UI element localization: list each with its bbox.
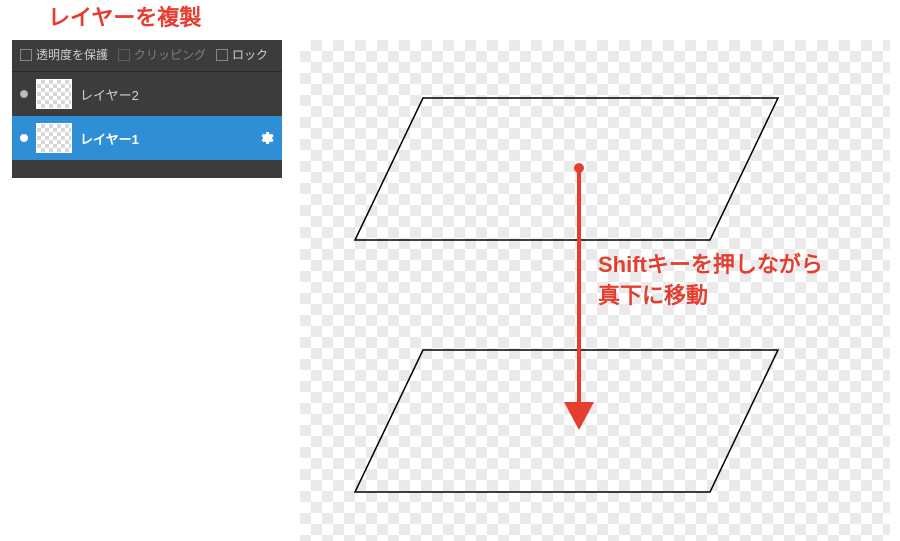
layers-panel: 透明度を保護 クリッピング ロック レイヤー2 レイヤー1 (12, 40, 282, 178)
layer-row[interactable]: レイヤー2 (12, 72, 282, 116)
visibility-toggle-icon[interactable] (20, 90, 28, 98)
shape-parallelogram-top (355, 98, 778, 240)
layers-panel-options: 透明度を保護 クリッピング ロック (12, 40, 282, 72)
visibility-toggle-icon[interactable] (20, 134, 28, 142)
shape-parallelogram-bottom (355, 350, 778, 492)
option-label: ロック (232, 46, 268, 63)
annotation-shift-move: Shiftキーを押しながら 真下に移動 (598, 250, 823, 312)
annotation-duplicate-layer: レイヤーを複製 (48, 3, 201, 34)
option-lock[interactable]: ロック (216, 46, 268, 63)
option-label: クリッピング (134, 46, 206, 63)
option-clipping: クリッピング (118, 46, 206, 63)
layer-thumbnail (36, 79, 72, 109)
move-arrow-icon (564, 163, 594, 430)
layer-name-label: レイヤー1 (80, 129, 250, 148)
layer-row[interactable]: レイヤー1 (12, 116, 282, 160)
checkbox-icon[interactable] (216, 49, 228, 61)
option-label: 透明度を保護 (36, 46, 108, 63)
checkbox-icon[interactable] (20, 49, 32, 61)
checkbox-icon (118, 49, 130, 61)
option-protect-opacity[interactable]: 透明度を保護 (20, 46, 108, 63)
gear-icon[interactable] (258, 130, 274, 146)
layer-name-label: レイヤー2 (80, 85, 274, 104)
layer-thumbnail (36, 123, 72, 153)
